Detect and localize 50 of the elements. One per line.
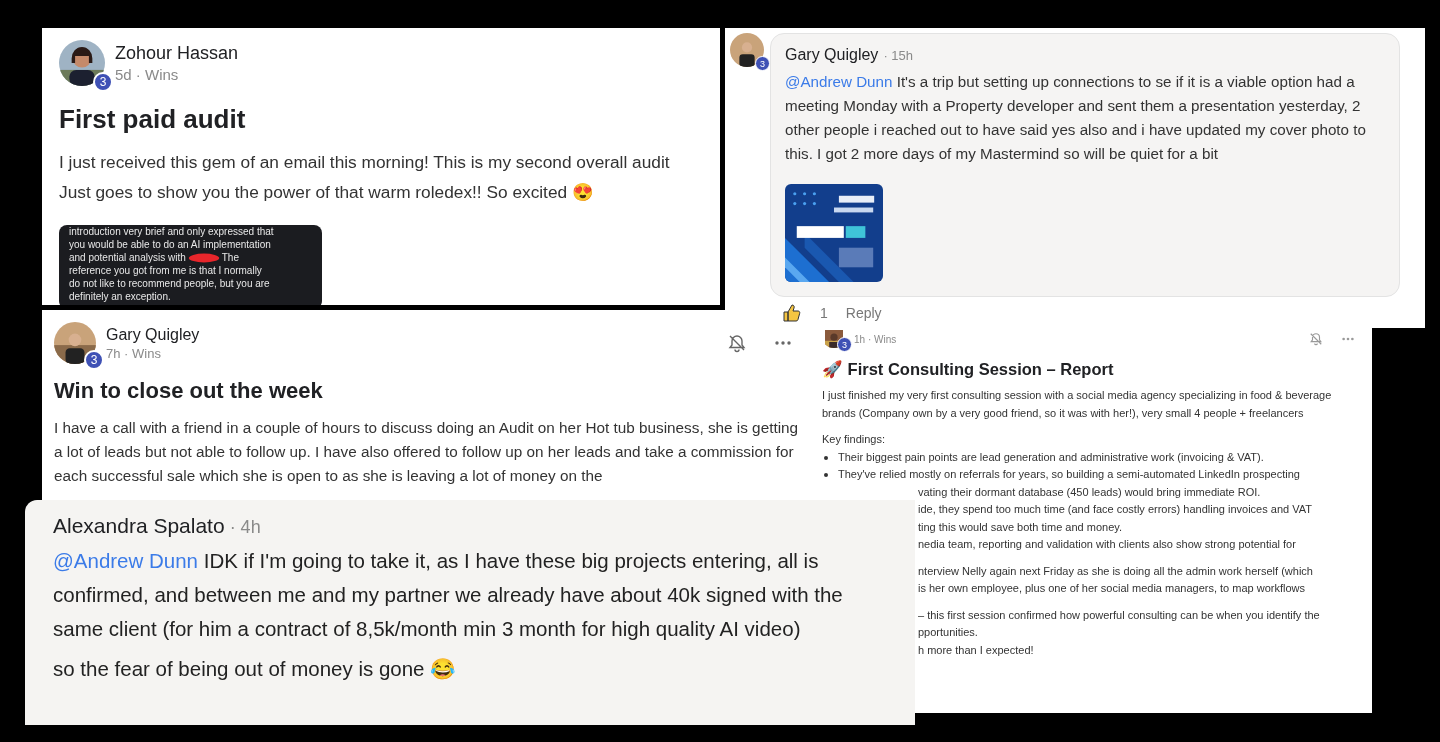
post-text: – this first session confirmed how powerful consulting can be when you identify the	[918, 607, 1320, 623]
post-text: pportunities.	[918, 625, 978, 640]
comment-text: @Andrew Dunn It's a trip but setting up connections to se if it is a viable option had a meeting Monday with a Property developer and sent them a presentation yesterday, 2 other people i reached out to have said yes also and i have updated my cover photo to this. I got 2 more days of my Mastermind so will be quiet for a bit	[785, 72, 1367, 164]
post-text: They've relied mostly on referrals for years, so building a semi-automated LinkedIn prospecting	[822, 466, 1355, 484]
thumbs-up-icon[interactable]	[782, 303, 802, 323]
level-badge: 3	[837, 337, 852, 352]
comment-text: @Andrew Dunn IDK if I'm going to take it, as I have these big projects entering, all is confirmed, and between me and my partner we already have about 40k signed with the same client (for him a contract of 8,5k/month min 3 month for high quality AI video)	[53, 548, 844, 642]
bell-off-icon[interactable]	[727, 333, 747, 353]
post-meta: 1h · Wins	[854, 333, 897, 345]
post-text: Key findings:	[822, 432, 886, 447]
level-badge: 3	[755, 56, 770, 71]
email-text: introduction very brief and only expressed that	[69, 225, 275, 238]
post-text: nedia team, reporting and validation with clients also show strong potential for	[918, 537, 1296, 552]
email-text: do not like to recommend people, but you are	[69, 277, 271, 290]
email-text: The	[221, 251, 239, 264]
author-name[interactable]: Alexandra Spalato	[53, 514, 225, 538]
post-title: 🚀 First Consulting Session – Report	[822, 360, 1115, 379]
post-text: is her own employee, plus one of her social media managers, to map workflows	[918, 581, 1306, 596]
mention-link[interactable]: @Andrew Dunn	[53, 549, 199, 572]
level-badge: 3	[84, 350, 104, 370]
author-name[interactable]: Gary Quigley	[785, 46, 879, 64]
like-count: 1	[820, 305, 828, 321]
post-text: Just goes to show you the power of that warm roledex!! So excited 😍	[59, 181, 595, 204]
post-meta: 7h · Wins	[106, 345, 162, 361]
post-text: Their biggest pain points are lead generation and administrative work (invoicing & VAT).	[822, 448, 1355, 466]
level-badge: 3	[93, 72, 113, 92]
post-text: ting this would save both time and money.	[918, 519, 1123, 535]
post-text: vating their dormant database (450 leads) would bring immediate ROI.	[918, 484, 1261, 500]
email-text: definitely an exception.	[69, 290, 172, 303]
post-text: I just received this gem of an email this morning! This is my second overall audit	[59, 151, 671, 174]
mention-link[interactable]: @Andrew Dunn	[785, 73, 893, 90]
email-text: and potential analysis with	[69, 251, 186, 264]
comment-text: so the fear of being out of money is gone 😂	[53, 656, 458, 682]
comment-time: · 4h	[229, 517, 261, 538]
email-text: reference you got from me is that I normally	[69, 264, 263, 277]
post-meta: 5d · Wins	[115, 66, 180, 83]
post-title: Win to close out the week	[54, 378, 324, 404]
post-text: I have a call with a friend in a couple of hours to discuss doing an Audit on her Hot tub business, she is getting a lot of leads but not able to follow up. I have also offered to follow up on her leads and take a commission for each successful sale which she is open to as she is leaving a lot of money on the	[54, 418, 800, 486]
redaction-mark	[187, 252, 220, 263]
author-name[interactable]: Zohour Hassan	[115, 43, 239, 64]
post-text: nterview Nelly again next Friday as she is doing all the admin work herself (which	[918, 563, 1313, 579]
author-name[interactable]: Gary Quigley	[106, 325, 200, 344]
comment-time: · 15h	[883, 48, 913, 63]
post-title: First paid audit	[59, 104, 247, 135]
bell-off-icon[interactable]	[1309, 332, 1323, 346]
post-text: ide, they spend too much time (and face costly errors) handling invoices and VAT	[918, 502, 1312, 517]
email-text: you would be able to do an AI implementation	[69, 238, 272, 251]
post-text: h more than I expected!	[918, 642, 1034, 658]
post-text: I just finished my very first consulting session with a social media agency specializing in food & beverage brands (Company own by a very good friend, so it was with her!), very small 4 people + freelancers	[822, 388, 1333, 421]
reply-link[interactable]: Reply	[845, 305, 882, 321]
